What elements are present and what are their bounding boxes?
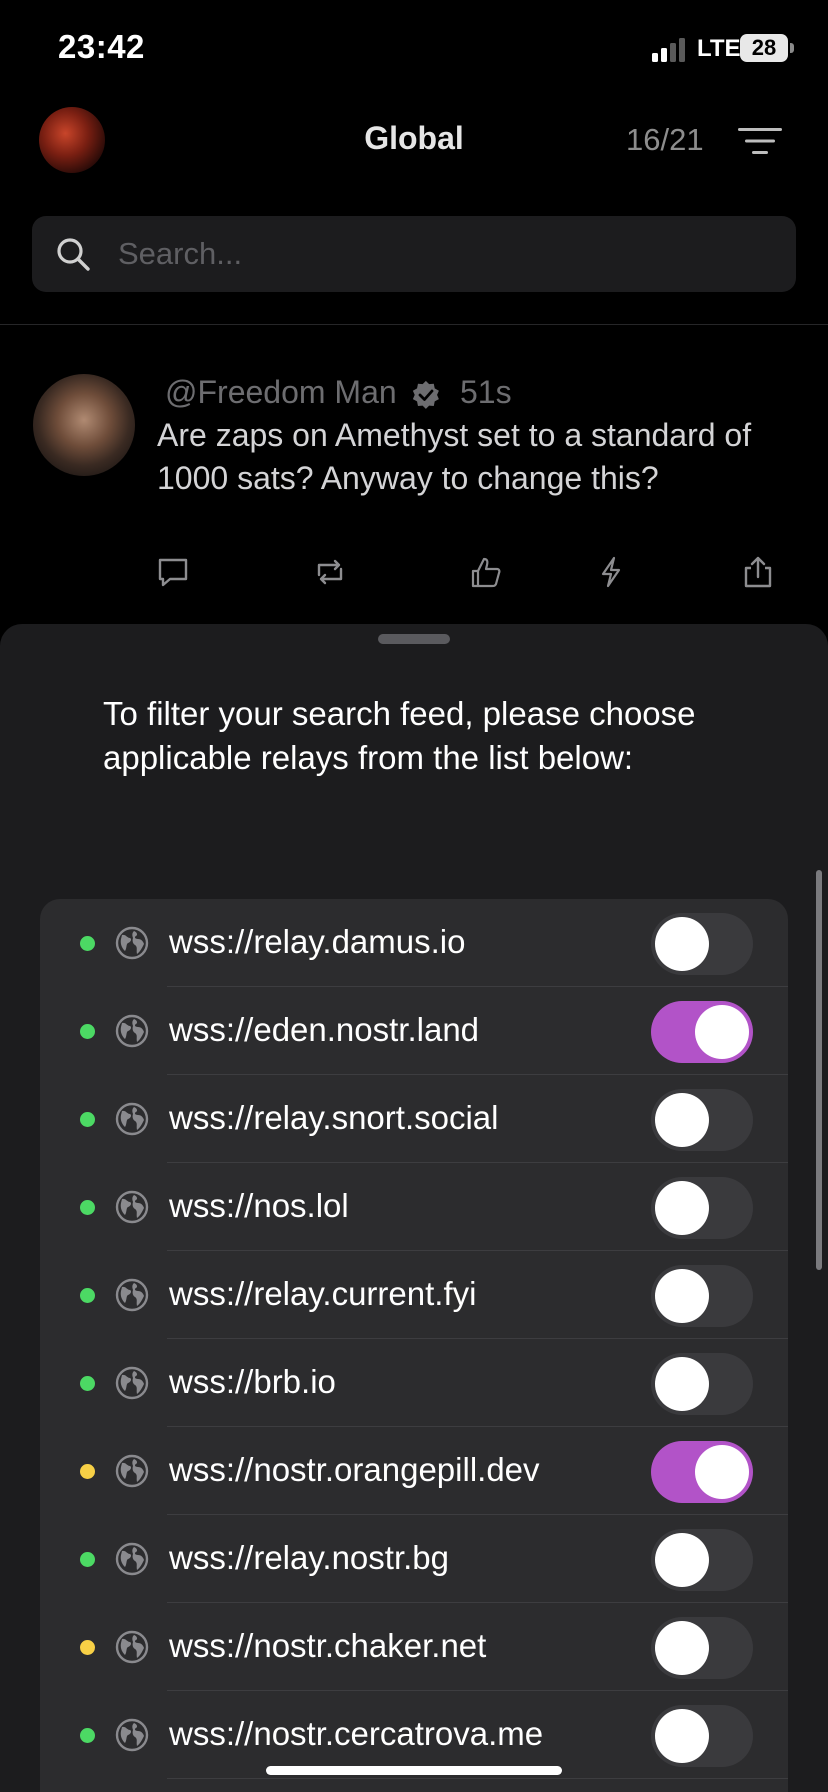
globe-icon — [115, 1630, 149, 1664]
relay-counter[interactable]: 16/21 — [626, 122, 704, 158]
filter-menu-icon[interactable] — [738, 127, 782, 155]
battery-tip — [790, 43, 794, 53]
relay-url: wss://nostr.chaker.net — [169, 1627, 487, 1664]
globe-icon — [115, 1278, 149, 1312]
zap-icon[interactable] — [594, 555, 628, 589]
page-title: Global — [364, 120, 464, 156]
relay-url: wss://relay.snort.social — [169, 1099, 499, 1136]
divider — [0, 324, 828, 325]
share-icon[interactable] — [741, 555, 775, 589]
relay-toggle[interactable] — [651, 1177, 753, 1239]
scrollbar[interactable] — [816, 870, 822, 1270]
globe-icon — [115, 1718, 149, 1752]
relay-toggle[interactable] — [651, 1265, 753, 1327]
toggle-knob — [655, 1533, 709, 1587]
relay-url: wss://relay.current.fyi — [169, 1275, 477, 1312]
relay-status-dot — [80, 1640, 95, 1655]
globe-icon — [115, 1014, 149, 1048]
toggle-knob — [655, 1181, 709, 1235]
relay-url: wss://eden.nostr.land — [169, 1011, 480, 1048]
relay-toggle[interactable] — [651, 1617, 753, 1679]
relay-toggle[interactable] — [651, 1529, 753, 1591]
sheet-instruction: To filter your search feed, please choos… — [103, 695, 696, 776]
relay-row[interactable]: wss://nostr.orangepill.dev — [40, 1427, 788, 1515]
toggle-knob — [695, 1005, 749, 1059]
relay-list: wss://relay.damus.io wss://eden.nostr.lan… — [40, 899, 788, 1792]
relay-row[interactable]: wss://eden.nostr.land — [40, 987, 788, 1075]
globe-icon — [115, 1190, 149, 1224]
relay-status-dot — [80, 1200, 95, 1215]
repost-icon[interactable] — [313, 555, 347, 589]
globe-icon — [115, 1366, 149, 1400]
relay-row[interactable]: wss://nostr.chaker.net — [40, 1603, 788, 1691]
relay-toggle[interactable] — [651, 1441, 753, 1503]
relay-toggle[interactable] — [651, 1705, 753, 1767]
relay-toggle[interactable] — [651, 1089, 753, 1151]
relay-url: wss://nostr.orangepill.dev — [169, 1451, 540, 1488]
relay-url: wss://nostr.cercatrova.me — [169, 1715, 544, 1752]
relay-url: wss://brb.io — [169, 1363, 336, 1400]
search-icon — [57, 238, 90, 271]
relay-status-dot — [80, 1112, 95, 1127]
search-input[interactable] — [118, 230, 758, 278]
reply-icon[interactable] — [156, 555, 190, 589]
relay-row[interactable]: wss://nos.lol — [40, 1163, 788, 1251]
toggle-knob — [655, 1357, 709, 1411]
globe-icon — [115, 1454, 149, 1488]
relay-row[interactable]: wss://relay.current.fyi — [40, 1251, 788, 1339]
post-content: Are zaps on Amethyst set to a standard o… — [157, 417, 752, 496]
globe-icon — [115, 1102, 149, 1136]
home-indicator — [266, 1766, 562, 1775]
relay-status-dot — [80, 1728, 95, 1743]
verified-badge-icon — [412, 380, 439, 409]
like-icon[interactable] — [469, 555, 503, 589]
globe-icon — [115, 1542, 149, 1576]
sheet-drag-handle[interactable] — [378, 634, 450, 644]
relay-url: wss://relay.damus.io — [169, 923, 466, 960]
relay-row[interactable]: wss://brb.io — [40, 1339, 788, 1427]
post-author-name[interactable]: @Freedom Man — [165, 374, 397, 411]
toggle-knob — [655, 1621, 709, 1675]
globe-icon — [115, 926, 149, 960]
status-time: 23:42 — [58, 28, 145, 65]
relay-url: wss://relay.nostr.bg — [169, 1539, 450, 1576]
cellular-signal-icon — [652, 38, 685, 62]
relay-row[interactable]: wss://relay.damus.io — [40, 899, 788, 987]
row-divider — [167, 1778, 788, 1779]
network-type: LTE — [697, 35, 741, 62]
relay-toggle[interactable] — [651, 1001, 753, 1063]
relay-status-dot — [80, 1288, 95, 1303]
relay-url: wss://nos.lol — [169, 1187, 349, 1224]
relay-toggle[interactable] — [651, 913, 753, 975]
relay-status-dot — [80, 936, 95, 951]
toggle-knob — [655, 1093, 709, 1147]
relay-status-dot — [80, 1552, 95, 1567]
relay-row[interactable]: wss://relay.snort.social — [40, 1075, 788, 1163]
toggle-knob — [655, 1269, 709, 1323]
post-time: 51s — [460, 374, 512, 410]
battery-icon: 28 — [740, 34, 788, 62]
relay-status-dot — [80, 1024, 95, 1039]
toggle-knob — [695, 1445, 749, 1499]
relay-status-dot — [80, 1376, 95, 1391]
toggle-knob — [655, 917, 709, 971]
post-author-avatar[interactable] — [33, 374, 135, 476]
toggle-knob — [655, 1709, 709, 1763]
relay-row[interactable]: wss://relay.nostr.bg — [40, 1515, 788, 1603]
relay-toggle[interactable] — [651, 1353, 753, 1415]
relay-status-dot — [80, 1464, 95, 1479]
